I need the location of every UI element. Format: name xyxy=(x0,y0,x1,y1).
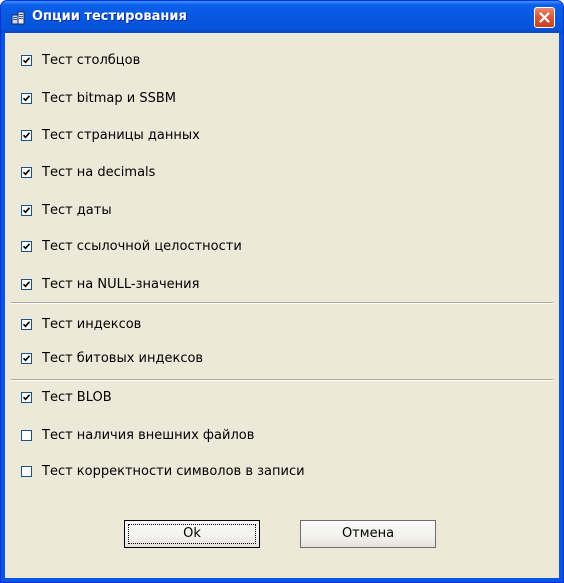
checkbox[interactable] xyxy=(21,352,32,364)
ok-button[interactable]: Ok xyxy=(124,520,260,548)
option-label: Тест на NULL-значения xyxy=(42,276,200,292)
checkbox[interactable] xyxy=(21,318,32,330)
checkbox[interactable] xyxy=(21,278,32,290)
option-label: Тест страницы данных xyxy=(42,127,200,143)
checkmark-icon xyxy=(22,242,31,249)
checkmark-icon xyxy=(22,94,31,101)
checkbox[interactable] xyxy=(21,391,32,403)
group-separator xyxy=(11,379,553,381)
checkbox[interactable] xyxy=(21,54,32,66)
checkmark-icon xyxy=(22,393,31,400)
option-null-values-test[interactable]: Тест на NULL-значения xyxy=(21,274,199,294)
option-date-test[interactable]: Тест даты xyxy=(21,200,112,220)
checkmark-icon xyxy=(22,354,31,361)
close-button[interactable] xyxy=(534,7,555,28)
checkbox[interactable] xyxy=(21,465,32,477)
option-label: Тест bitmap и SSBM xyxy=(42,90,176,106)
option-label: Тест индексов xyxy=(42,316,142,332)
option-label: Тест наличия внешних файлов xyxy=(42,427,255,443)
option-decimals-test[interactable]: Тест на decimals xyxy=(21,162,155,182)
option-label: Тест даты xyxy=(42,202,112,218)
option-label: Тест на decimals xyxy=(42,164,156,180)
checkbox[interactable] xyxy=(21,129,32,141)
option-label: Тест битовых индексов xyxy=(42,350,204,366)
ok-button-label: Ok xyxy=(183,526,201,541)
option-label: Тест столбцов xyxy=(42,52,141,68)
option-bitmap-index-test[interactable]: Тест битовых индексов xyxy=(21,348,203,368)
checkmark-icon xyxy=(22,320,31,327)
dialog-client-area: Тест столбцов Тест bitmap и SSBM Тест ст… xyxy=(5,33,559,578)
cancel-button[interactable]: Отмена xyxy=(300,520,436,548)
option-label: Тест корректности символов в записи xyxy=(42,463,305,479)
cancel-button-label: Отмена xyxy=(341,526,395,541)
option-label: Тест ссылочной целостности xyxy=(42,238,242,254)
checkmark-icon xyxy=(22,131,31,138)
option-column-test[interactable]: Тест столбцов xyxy=(21,50,140,70)
checkbox[interactable] xyxy=(21,429,32,441)
checkbox[interactable] xyxy=(21,240,32,252)
option-record-symbols-test[interactable]: Тест корректности символов в записи xyxy=(21,461,305,481)
option-blob-test[interactable]: Тест BLOB xyxy=(21,387,112,407)
option-index-test[interactable]: Тест индексов xyxy=(21,314,141,334)
title-bar[interactable]: Опции тестирования xyxy=(1,1,563,33)
group-separator xyxy=(11,302,553,304)
checkmark-icon xyxy=(22,168,31,175)
app-icon xyxy=(11,10,26,25)
window-title: Опции тестирования xyxy=(32,9,187,24)
option-data-page-test[interactable]: Тест страницы данных xyxy=(21,125,200,145)
option-label: Тест BLOB xyxy=(42,389,112,405)
checkmark-icon xyxy=(22,56,31,63)
checkmark-icon xyxy=(22,280,31,287)
option-bitmap-ssbm-test[interactable]: Тест bitmap и SSBM xyxy=(21,88,176,108)
checkbox[interactable] xyxy=(21,204,32,216)
checkbox[interactable] xyxy=(21,92,32,104)
option-external-files-test[interactable]: Тест наличия внешних файлов xyxy=(21,425,254,445)
checkmark-icon xyxy=(22,206,31,213)
dialog-window: Опции тестирования Тест столбцов Тест bi… xyxy=(0,0,564,583)
option-referential-integrity-test[interactable]: Тест ссылочной целостности xyxy=(21,236,242,256)
checkbox[interactable] xyxy=(21,166,32,178)
